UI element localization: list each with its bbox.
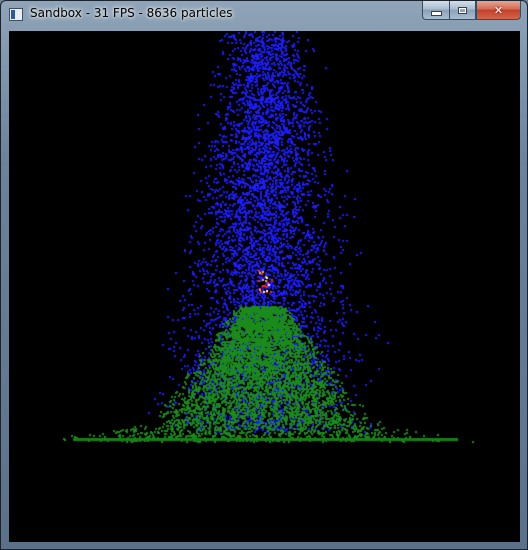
- close-icon: ✕: [493, 3, 504, 17]
- minimize-button[interactable]: [422, 1, 449, 20]
- minimize-icon: [430, 10, 442, 16]
- caption-buttons: ✕: [422, 1, 521, 21]
- simulation-canvas-area[interactable]: [9, 31, 520, 542]
- title-bar[interactable]: Sandbox - 31 FPS - 8636 particles ✕: [1, 1, 527, 28]
- application-icon[interactable]: [9, 8, 23, 21]
- particle-simulation-canvas[interactable]: [9, 31, 520, 542]
- maximize-icon: [458, 6, 467, 14]
- maximize-button[interactable]: [449, 1, 476, 20]
- close-button[interactable]: ✕: [476, 1, 521, 20]
- window-title: Sandbox - 31 FPS - 8636 particles: [30, 6, 233, 20]
- sandbox-window: Sandbox - 31 FPS - 8636 particles ✕: [0, 0, 528, 550]
